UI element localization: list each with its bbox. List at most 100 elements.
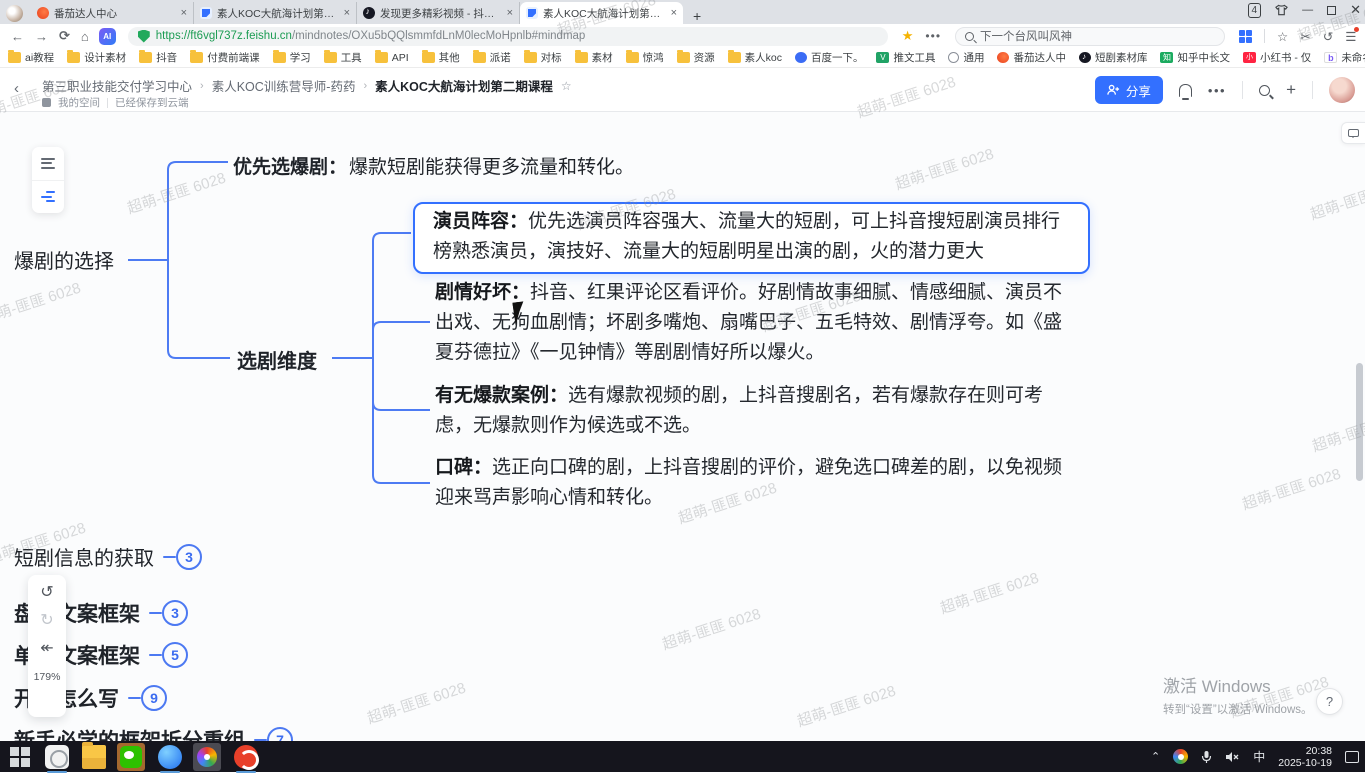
- mindmap-view-button[interactable]: [32, 180, 64, 214]
- refresh-icon[interactable]: ⟳: [59, 28, 70, 44]
- bookmark-item[interactable]: 设计素材: [67, 50, 126, 65]
- menu-hamburger-icon[interactable]: ☰: [1345, 29, 1356, 44]
- bookmark-item[interactable]: 素人koc: [728, 50, 782, 65]
- apps-grid-icon[interactable]: [1239, 30, 1252, 43]
- bookmark-item[interactable]: 抖音: [139, 50, 177, 65]
- ai-assistant-icon[interactable]: AI: [99, 28, 116, 45]
- theme-skin-icon[interactable]: [1275, 4, 1288, 16]
- notification-center-icon[interactable]: [1345, 751, 1359, 763]
- topic-count-badge[interactable]: 3: [176, 544, 202, 570]
- bookmark-item[interactable]: 知 知乎中长文: [1160, 50, 1230, 65]
- history-undo-icon[interactable]: ↺: [1323, 29, 1333, 44]
- bookmark-item[interactable]: 小 小红书 - 仅: [1243, 50, 1311, 65]
- comments-button[interactable]: [1341, 122, 1365, 144]
- create-new-icon[interactable]: +: [1286, 80, 1296, 100]
- space-label[interactable]: 我的空间: [58, 95, 100, 110]
- bookmark-item[interactable]: API: [375, 52, 409, 64]
- ime-indicator[interactable]: 中: [1253, 748, 1265, 765]
- tab-close-icon[interactable]: ×: [671, 7, 677, 19]
- bookmark-item[interactable]: V 推文工具: [876, 50, 935, 65]
- home-icon[interactable]: ⌂: [81, 29, 89, 44]
- forward-icon[interactable]: →: [35, 29, 48, 44]
- bookmark-item[interactable]: 学习: [273, 50, 311, 65]
- taskbar-wechat-active[interactable]: [117, 743, 145, 771]
- mindmap-child-node[interactable]: 有无爆款案例：选有爆款视频的剧，上抖音搜剧名，若有爆款存在则可考虑，无爆款则作为…: [435, 381, 1080, 441]
- browser-tab[interactable]: 番茄达人中心 ×: [31, 2, 194, 24]
- microphone-icon[interactable]: [1201, 750, 1212, 764]
- reset-position-icon[interactable]: ↞: [40, 641, 53, 657]
- browser-tab[interactable]: 素人KOC大航海计划第二期课 ×: [520, 2, 683, 24]
- favorite-star-icon[interactable]: ☆: [561, 79, 572, 93]
- quick-search-box[interactable]: 下一个台风叫风神: [955, 27, 1225, 46]
- taskbar-app-red[interactable]: [234, 745, 258, 769]
- help-button[interactable]: ?: [1316, 688, 1343, 715]
- bookmark-item[interactable]: 短剧素材库: [1079, 50, 1148, 65]
- topic-count-badge[interactable]: 7: [267, 727, 293, 741]
- bookmark-item[interactable]: 对标: [524, 50, 562, 65]
- bookmark-item[interactable]: 通用: [948, 50, 984, 65]
- user-avatar[interactable]: [1329, 77, 1355, 103]
- collapsed-topic-node[interactable]: 新手必学的框架拆分重组 7: [14, 725, 293, 741]
- tray-browser-icon[interactable]: [1173, 749, 1188, 764]
- bookmark-item[interactable]: 付费前端课: [190, 50, 260, 65]
- browser-tab[interactable]: 发现更多精彩视频 - 抖音搜索 ×: [357, 2, 520, 24]
- topic-count-badge[interactable]: 5: [162, 642, 188, 668]
- bookmark-item[interactable]: 百度一下。: [795, 50, 864, 65]
- url-more-icon[interactable]: •••: [925, 29, 941, 43]
- browser-profile-avatar[interactable]: [6, 5, 23, 22]
- doc-search-icon[interactable]: [1259, 85, 1270, 96]
- mindmap-child-node[interactable]: 演员阵容：优先选演员阵容强大、流量大的短剧，可上抖音搜短剧演员排行榜熟悉演员，演…: [413, 202, 1090, 274]
- mindmap-canvas[interactable]: 爆剧的选择 优先选爆剧：爆款短剧能获得更多流量和转化。 选剧维度 演员阵容：优先…: [0, 112, 1365, 741]
- vertical-scrollbar[interactable]: [1356, 363, 1363, 481]
- mindmap-child-node[interactable]: 口碑：选正向口碑的剧，上抖音搜剧的评价，避免选口碑差的剧，以免视频迎来骂声影响心…: [435, 453, 1080, 513]
- volume-muted-icon[interactable]: [1225, 751, 1240, 763]
- mindmap-node-priority[interactable]: 优先选爆剧：爆款短剧能获得更多流量和转化。: [233, 152, 673, 179]
- window-maximize-button[interactable]: [1327, 6, 1336, 15]
- bookmark-star-icon[interactable]: ★: [902, 28, 914, 44]
- window-minimize-button[interactable]: —: [1302, 4, 1313, 16]
- zoom-level[interactable]: 179%: [34, 671, 61, 683]
- more-options-icon[interactable]: •••: [1208, 83, 1226, 98]
- bookmark-item[interactable]: 惊鸿: [626, 50, 664, 65]
- bookmark-item[interactable]: 其他: [422, 50, 460, 65]
- bookmark-item[interactable]: 番茄达人中: [997, 50, 1066, 65]
- taskbar-app-clock[interactable]: [45, 745, 69, 769]
- bookmark-item[interactable]: 素材: [575, 50, 613, 65]
- breadcrumb-item[interactable]: 第三职业技能交付学习中心: [42, 76, 192, 95]
- download-count-badge[interactable]: 4: [1248, 3, 1262, 18]
- mindmap-root-node[interactable]: 爆剧的选择: [14, 245, 114, 274]
- browser-tab[interactable]: 素人KOC大航海计划第二期课 ×: [194, 2, 357, 24]
- breadcrumb-item[interactable]: 素人KOC训练营导师-药药: [212, 76, 356, 95]
- undo-icon[interactable]: ↺: [40, 585, 53, 601]
- back-icon[interactable]: ←: [11, 29, 24, 44]
- mindmap-node-dimensions[interactable]: 选剧维度: [237, 345, 317, 374]
- bookmark-item[interactable]: 派诺: [473, 50, 511, 65]
- tab-close-icon[interactable]: ×: [181, 7, 187, 19]
- share-button[interactable]: 分享: [1095, 76, 1163, 104]
- tab-close-icon[interactable]: ×: [507, 7, 513, 19]
- notifications-bell-icon[interactable]: [1179, 84, 1192, 97]
- outline-view-button[interactable]: [32, 147, 64, 180]
- bookmark-item[interactable]: b 未命名文件: [1324, 50, 1365, 65]
- taskbar-clock[interactable]: 20:38 2025-10-19: [1278, 745, 1332, 769]
- new-tab-button[interactable]: +: [683, 8, 711, 24]
- back-chevron-icon[interactable]: ‹: [14, 80, 19, 97]
- bookmark-item[interactable]: 工具: [324, 50, 362, 65]
- mindmap-child-node[interactable]: 剧情好坏：抖音、红果评论区看评价。好剧情故事细腻、情感细腻、演员不出戏、无狗血剧…: [435, 278, 1080, 368]
- redo-icon[interactable]: ↻: [40, 613, 53, 629]
- tray-expand-chevron-icon[interactable]: ⌃: [1151, 750, 1160, 763]
- tab-close-icon[interactable]: ×: [344, 7, 350, 19]
- topic-count-badge[interactable]: 3: [162, 600, 188, 626]
- window-close-button[interactable]: ✕: [1350, 2, 1361, 18]
- bookmark-item[interactable]: ai教程: [8, 50, 54, 65]
- bookmark-item[interactable]: 资源: [677, 50, 715, 65]
- collapsed-topic-node[interactable]: 短剧信息的获取 3: [14, 542, 202, 571]
- start-button[interactable]: [8, 745, 32, 769]
- topic-count-badge[interactable]: 9: [141, 685, 167, 711]
- bookmark-edit-icon[interactable]: ☆: [1277, 29, 1288, 44]
- taskbar-file-explorer[interactable]: [82, 745, 106, 769]
- screenshot-scissors-icon[interactable]: ✂: [1300, 29, 1310, 44]
- taskbar-browser-active[interactable]: [193, 743, 221, 771]
- taskbar-app-quark[interactable]: [158, 745, 182, 769]
- url-bar[interactable]: https://ft6vgl737z.feishu.cn/mindnotes/O…: [128, 27, 888, 46]
